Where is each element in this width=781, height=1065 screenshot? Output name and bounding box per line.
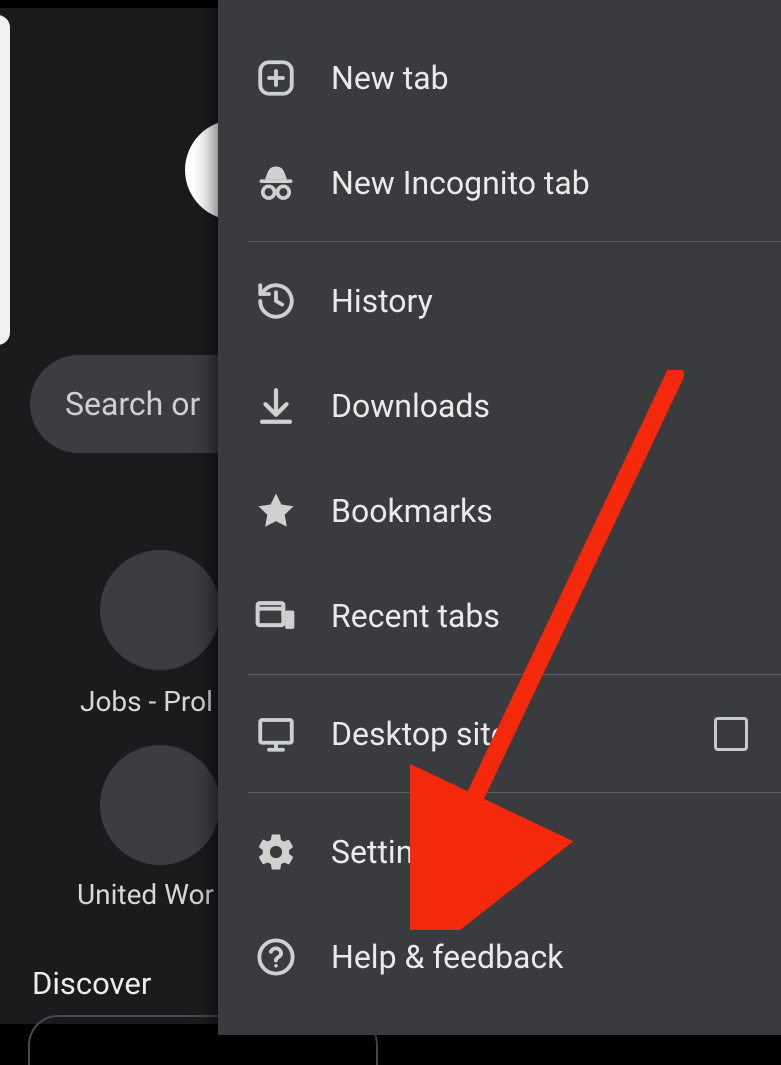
plus-square-icon [253, 57, 299, 99]
menu-item-downloads[interactable]: Downloads [218, 353, 781, 458]
menu-divider [248, 674, 781, 675]
menu-item-settings[interactable]: Settings [218, 799, 781, 904]
menu-divider [248, 241, 781, 242]
menu-label: Bookmarks [331, 492, 493, 530]
edge-panel [0, 15, 10, 345]
download-icon [253, 385, 299, 427]
menu-label: New Incognito tab [331, 164, 590, 202]
shortcut-tile-2[interactable] [100, 745, 220, 865]
menu-item-help[interactable]: Help & feedback [218, 904, 781, 1009]
shortcut-tile-1[interactable] [100, 550, 220, 670]
menu-divider [248, 792, 781, 793]
menu-label: Settings [331, 833, 448, 871]
menu-item-bookmarks[interactable]: Bookmarks [218, 458, 781, 563]
menu-label: Desktop site [331, 715, 508, 753]
menu-label: Help & feedback [331, 938, 563, 976]
shortcut-label-1: Jobs - Prol [80, 685, 213, 718]
incognito-icon [253, 161, 299, 205]
menu-item-new-tab[interactable]: New tab [218, 25, 781, 130]
shortcut-label-2: United Wor [77, 878, 214, 911]
help-icon [253, 936, 299, 978]
discover-heading: Discover [32, 965, 151, 1002]
menu-label: Recent tabs [331, 597, 500, 635]
menu-item-history[interactable]: History [218, 248, 781, 353]
menu-item-incognito[interactable]: New Incognito tab [218, 130, 781, 235]
desktop-icon [253, 713, 299, 755]
menu-label: History [331, 282, 433, 320]
menu-label: New tab [331, 59, 449, 97]
star-icon [253, 490, 299, 532]
search-placeholder: Search or [65, 385, 200, 423]
overflow-menu: New tab New Incognito tab History Downlo… [218, 0, 781, 1035]
gear-icon [253, 831, 299, 873]
menu-label: Downloads [331, 387, 490, 425]
menu-item-desktop-site[interactable]: Desktop site [218, 681, 781, 786]
history-icon [253, 280, 299, 322]
desktop-site-checkbox[interactable] [714, 717, 748, 751]
menu-item-recent-tabs[interactable]: Recent tabs [218, 563, 781, 668]
devices-icon [253, 594, 299, 638]
